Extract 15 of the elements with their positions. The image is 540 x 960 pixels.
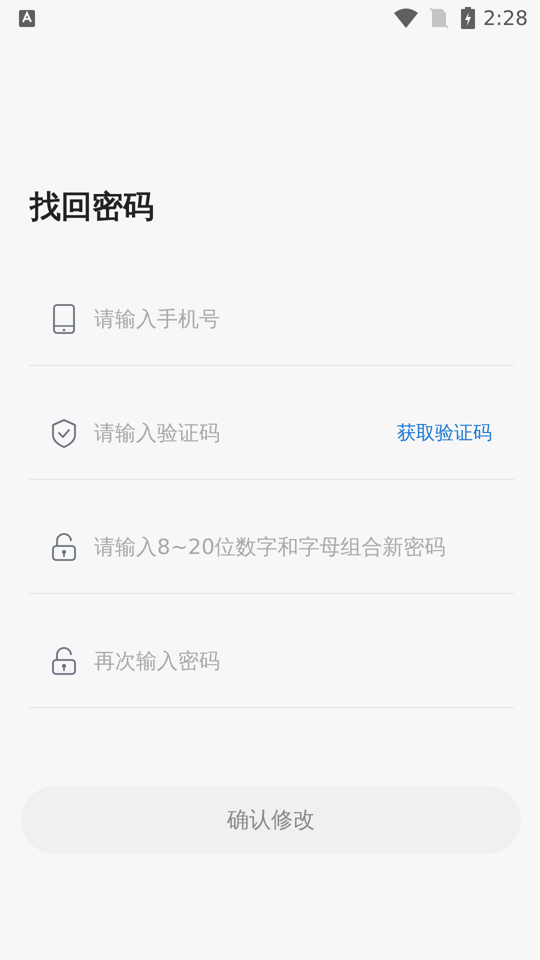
phone-field[interactable]: 请输入手机号 — [94, 301, 492, 337]
wifi-icon — [393, 8, 420, 28]
battery-charging-icon — [461, 7, 476, 29]
keyboard-app-icon — [19, 10, 35, 26]
clock-time: 2:28 — [483, 6, 528, 30]
password-field[interactable]: 再次输入密码 — [94, 643, 492, 679]
get-code-link[interactable]: 获取验证码 — [397, 415, 492, 451]
phone-icon — [52, 303, 76, 335]
shield-check-icon — [51, 418, 77, 448]
padlock-icon — [51, 532, 77, 562]
password-field[interactable]: 请输入8~20位数字和字母组合新密码 — [94, 529, 492, 565]
page-title: 找回密码 — [30, 188, 155, 227]
no-sim-icon — [429, 7, 450, 29]
code-field[interactable]: 请输入验证码 — [94, 415, 397, 451]
padlock-icon — [51, 646, 77, 676]
